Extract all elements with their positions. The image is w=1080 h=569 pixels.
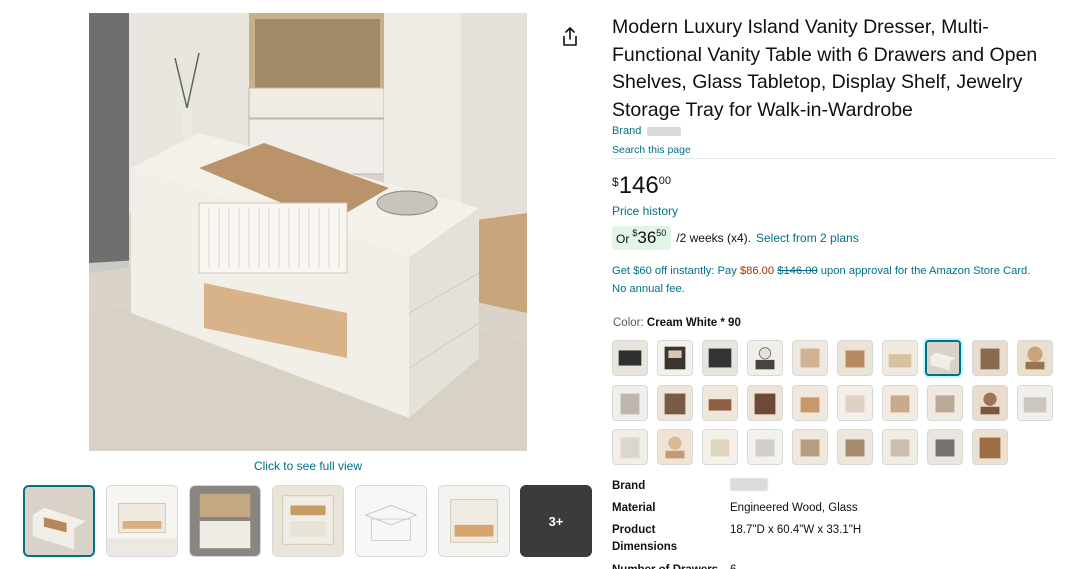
color-swatch[interactable] xyxy=(927,385,963,421)
color-swatch[interactable] xyxy=(612,385,648,421)
thumbnail-2[interactable] xyxy=(106,485,178,557)
spec-key: Brand xyxy=(612,480,646,492)
color-swatch[interactable] xyxy=(702,340,738,376)
color-swatch[interactable] xyxy=(792,385,828,421)
product-title: Modern Luxury Island Vanity Dresser, Mul… xyxy=(612,16,1038,121)
color-swatch[interactable] xyxy=(972,340,1008,376)
plan-period: /2 weeks (x4). xyxy=(676,231,751,245)
spec-key: Product Dimensions xyxy=(612,524,678,553)
color-swatch[interactable] xyxy=(612,429,648,465)
offer-suffix: upon approval for the Amazon Store Card. xyxy=(820,265,1031,277)
color-swatch[interactable] xyxy=(1017,385,1053,421)
color-swatch[interactable] xyxy=(1017,340,1053,376)
color-swatch[interactable] xyxy=(702,385,738,421)
store-card-offer[interactable]: Get $60 off instantly: Pay $86.00 $146.0… xyxy=(612,262,1057,298)
spec-key: Material xyxy=(612,502,656,514)
spec-value: Engineered Wood, Glass xyxy=(730,502,858,514)
offer-sale-price: $86.00 xyxy=(739,265,775,277)
spec-value: 18.7"D x 60.4"W x 33.1"H xyxy=(730,524,862,536)
main-product-image[interactable] xyxy=(89,13,527,451)
color-swatch-selected[interactable] xyxy=(925,340,961,376)
color-swatch[interactable] xyxy=(882,385,918,421)
color-label: Color: Cream White * 90 xyxy=(613,317,741,329)
brand-store-link[interactable]: Brand xyxy=(612,125,682,137)
thumbnail-1[interactable] xyxy=(23,485,95,557)
spec-key: Number of Drawers xyxy=(612,562,722,569)
plan-or-label: Or xyxy=(616,232,630,246)
share-icon[interactable] xyxy=(560,26,580,48)
offer-line2: No annual fee. xyxy=(612,283,685,295)
search-this-page-link[interactable]: Search this page xyxy=(612,144,691,156)
color-swatch[interactable] xyxy=(657,340,693,376)
price: $14600 xyxy=(612,172,671,200)
color-swatch[interactable] xyxy=(657,385,693,421)
color-selected-value: Cream White * 90 xyxy=(646,317,741,329)
color-swatch[interactable] xyxy=(927,429,963,465)
brand-value-redacted xyxy=(730,478,768,491)
select-plans-link[interactable]: Select from 2 plans xyxy=(756,231,859,245)
color-swatch[interactable] xyxy=(972,429,1008,465)
spec-value: 6 xyxy=(730,562,1050,569)
more-images-button[interactable]: 3+ xyxy=(520,485,592,557)
thumbnail-5[interactable] xyxy=(355,485,427,557)
thumbnail-4[interactable] xyxy=(272,485,344,557)
price-fraction: 00 xyxy=(658,175,671,187)
color-swatches xyxy=(610,340,1055,465)
color-swatch[interactable] xyxy=(747,429,783,465)
price-history-link[interactable]: Price history xyxy=(612,204,678,218)
color-swatch[interactable] xyxy=(747,385,783,421)
thumbnail-3[interactable] xyxy=(189,485,261,557)
installment-plan: Or $36 50 /2 weeks (x4). Select from 2 pla… xyxy=(612,226,859,250)
brand-name-redacted xyxy=(647,126,682,136)
color-swatch[interactable] xyxy=(657,429,693,465)
plan-badge: Or $36 50 xyxy=(612,226,672,250)
full-view-link[interactable]: Click to see full view xyxy=(89,459,527,473)
color-swatch[interactable] xyxy=(837,340,873,376)
color-swatch[interactable] xyxy=(792,429,828,465)
price-symbol: $ xyxy=(612,175,619,189)
color-swatch[interactable] xyxy=(972,385,1008,421)
color-swatch[interactable] xyxy=(837,429,873,465)
offer-original-price: $146.00 xyxy=(777,265,818,277)
plan-whole: 36 xyxy=(637,228,657,247)
price-whole: 146 xyxy=(618,172,659,199)
thumbnail-strip: 3+ xyxy=(23,485,603,557)
divider xyxy=(612,158,1056,159)
color-swatch[interactable] xyxy=(882,429,918,465)
offer-prefix: Get $60 off instantly: Pay xyxy=(612,265,737,277)
color-swatch[interactable] xyxy=(612,340,648,376)
color-swatch[interactable] xyxy=(747,340,783,376)
color-swatch[interactable] xyxy=(702,429,738,465)
plan-fraction: 50 xyxy=(656,228,667,238)
color-swatch[interactable] xyxy=(837,385,873,421)
brand-label: Brand xyxy=(612,125,642,137)
color-label-text: Color: xyxy=(613,317,644,329)
thumbnail-6[interactable] xyxy=(438,485,510,557)
color-swatch[interactable] xyxy=(792,340,828,376)
color-swatch[interactable] xyxy=(882,340,918,376)
spec-value-redacted xyxy=(730,478,1050,497)
